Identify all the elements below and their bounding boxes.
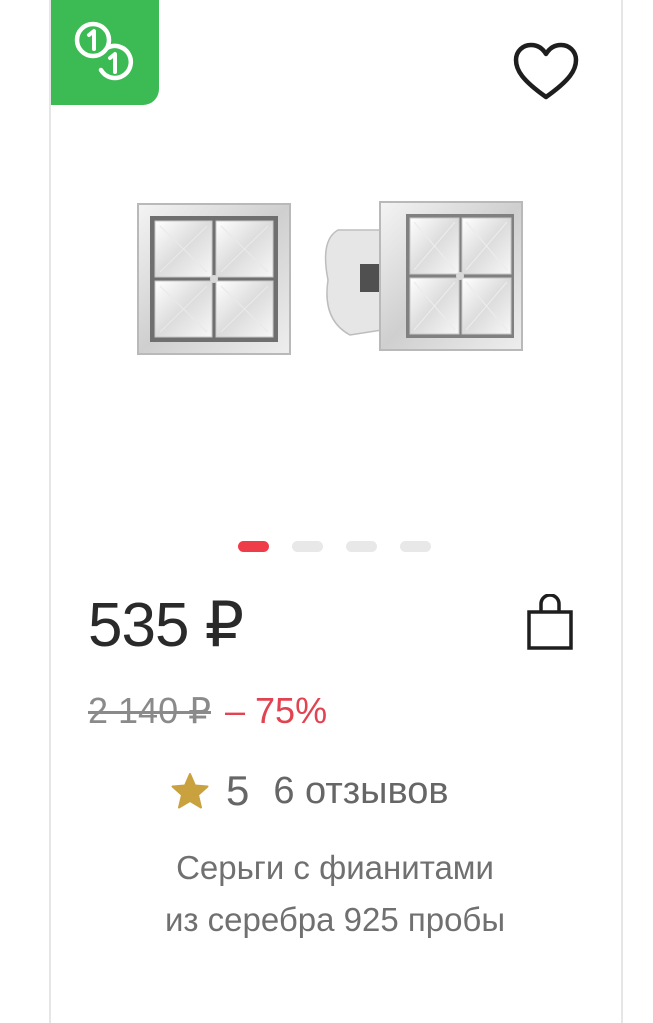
old-price: 2 140 ₽	[88, 690, 211, 731]
page: 535 ₽ 2 140 ₽ – 75% 5 6 отзывов Серьги с …	[0, 0, 653, 1023]
shopping-bag-icon	[527, 593, 573, 650]
product-title-line: из серебра 925 пробы	[164, 901, 506, 938]
installment-badge	[51, 0, 159, 105]
gallery-pagination	[238, 541, 431, 553]
product-title-line: Серьги с фианитами	[176, 849, 494, 886]
rating-score: 5	[226, 767, 250, 814]
favorite-button[interactable]	[512, 42, 580, 102]
installment-icon	[74, 21, 134, 81]
discount-percent: – 75%	[225, 690, 328, 731]
pagination-dot-active[interactable]	[238, 541, 269, 552]
pagination-dot[interactable]	[400, 541, 431, 552]
heart-icon	[513, 42, 579, 100]
earrings-photo	[137, 201, 523, 355]
current-price: 535 ₽	[88, 591, 244, 660]
star-icon	[171, 773, 209, 809]
pagination-dot[interactable]	[292, 541, 323, 552]
product-title[interactable]: Серьги с фианитами из серебра 925 пробы	[60, 842, 610, 946]
rating-row: 5 6 отзывов	[170, 765, 449, 817]
reviews-link[interactable]: 6 отзывов	[273, 770, 448, 813]
product-image[interactable]	[110, 180, 550, 380]
price-discount-row: 2 140 ₽ – 75%	[88, 688, 327, 734]
add-to-cart-button[interactable]	[524, 593, 576, 652]
pagination-dot[interactable]	[346, 541, 377, 552]
